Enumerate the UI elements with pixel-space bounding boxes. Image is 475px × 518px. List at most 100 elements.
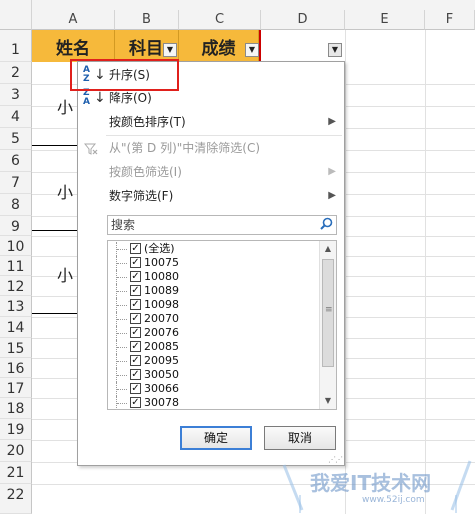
row-header-5[interactable]: 5 [0,128,32,150]
tree-connector [116,270,130,284]
column-header-strip [32,0,475,10]
scrollbar-thumb[interactable]: ≡ [322,259,334,367]
name-cell-3[interactable]: 小 [57,262,73,286]
checkbox-checked-icon[interactable]: ✓ [130,397,141,408]
cell-border-line [32,313,77,314]
tree-connector [116,284,130,298]
search-input[interactable]: 搜索 [107,215,337,235]
column-header-f[interactable]: F [425,10,475,30]
select-all-corner[interactable] [0,0,32,30]
row-header-17[interactable]: 17 [0,378,32,398]
submenu-arrow-icon: ▶ [328,166,336,177]
header-label-name: 姓名 [56,38,90,59]
list-item-label: 30066 [144,382,179,395]
scroll-up-icon[interactable]: ▲ [320,241,336,257]
row-header-2[interactable]: 2 [0,62,32,84]
row-header-6[interactable]: 6 [0,150,32,172]
row-header-21[interactable]: 21 [0,462,32,484]
checkbox-checked-icon[interactable]: ✓ [130,257,141,268]
tree-connector [116,382,130,396]
highlight-annotation [70,59,179,91]
autofilter-dropdown: A Z ↓ 升序(S) Z A ↓ 降序(O) 按颜色排序(T) ▶ 从"(第 D 列)… [77,61,345,466]
filter-dropdown-button-b[interactable]: ▼ [163,43,177,57]
checkbox-checked-icon[interactable]: ✓ [130,313,141,324]
row-header-4[interactable]: 4 [0,106,32,128]
row-header-13[interactable]: 13 [0,296,32,317]
scroll-down-icon[interactable]: ▼ [320,393,336,409]
menu-label-sort-by-color: 按颜色排序(T) [109,115,186,129]
row-header-11[interactable]: 11 [0,256,32,276]
list-item-label: 10080 [144,270,179,283]
cell-border-line [32,230,77,231]
row-header-19[interactable]: 19 [0,419,32,440]
row-header-1[interactable]: 1 [0,30,32,62]
watermark: 我爱IT技术网 www.52ij.com [280,455,475,514]
watermark-text: 我爱IT技术网 [310,471,432,495]
cancel-button[interactable]: 取消 [264,426,336,450]
menu-item-clear-filter[interactable]: 从"(第 D 列)"中清除筛选(C) [78,137,344,159]
row-header-10[interactable]: 10 [0,236,32,256]
submenu-arrow-icon: ▶ [328,190,336,201]
checkbox-checked-icon[interactable]: ✓ [130,327,141,338]
clear-filter-icon [83,141,98,155]
checkbox-checked-icon[interactable]: ✓ [130,355,141,366]
search-placeholder: 搜索 [111,218,136,232]
checkbox-checked-icon[interactable]: ✓ [130,243,141,254]
row-header-20[interactable]: 20 [0,440,32,462]
gridline [345,30,346,514]
header-cell-name[interactable]: 姓名 [32,30,115,62]
search-icon[interactable] [320,217,333,236]
list-item-label: 20076 [144,326,179,339]
list-item-label: 10089 [144,284,179,297]
header-label-score: 成绩 [201,38,236,59]
tree-connector [116,396,130,409]
menu-label-clear-filter: 从"(第 D 列)"中清除筛选(C) [109,141,261,155]
checkbox-checked-icon[interactable]: ✓ [130,271,141,282]
row-header-15[interactable]: 15 [0,338,32,358]
list-scrollbar[interactable]: ▲ ≡ ▼ [319,241,336,409]
row-header-3[interactable]: 3 [0,84,32,106]
list-item-label: 10075 [144,256,179,269]
list-item-label: 10098 [144,298,179,311]
checkbox-checked-icon[interactable]: ✓ [130,285,141,296]
column-header-d[interactable]: D [261,10,345,30]
filter-value-list[interactable]: ✓ (全选) ✓ 10075 ✓ 10080 ✓ 10089 ✓ 10098 ✓… [107,240,337,410]
tree-connector [116,312,130,326]
row-header-14[interactable]: 14 [0,317,32,338]
checkbox-checked-icon[interactable]: ✓ [130,341,141,352]
row-header-16[interactable]: 16 [0,358,32,378]
list-item-label: 20095 [144,354,179,367]
column-header-a[interactable]: A [32,10,115,30]
cell-border-line [32,145,77,146]
tree-connector [116,326,130,340]
row-header-18[interactable]: 18 [0,398,32,419]
checkbox-checked-icon[interactable]: ✓ [130,369,141,380]
menu-item-filter-by-color[interactable]: 按颜色筛选(I) ▶ [78,161,344,183]
tree-connector [116,256,130,270]
column-header-b[interactable]: B [115,10,179,30]
row-header-9[interactable]: 9 [0,216,32,236]
row-header-8[interactable]: 8 [0,194,32,216]
column-header-e[interactable]: E [345,10,425,30]
tree-connector [116,298,130,312]
name-cell-2[interactable]: 小 [57,179,73,203]
filter-dropdown-button-d[interactable]: ▼ [328,43,342,57]
ok-button[interactable]: 确定 [180,426,252,450]
tree-connector [116,368,130,382]
checkbox-checked-icon[interactable]: ✓ [130,383,141,394]
menu-item-sort-by-color[interactable]: 按颜色排序(T) ▶ [78,111,344,133]
menu-label-filter-by-color: 按颜色筛选(I) [109,165,182,179]
menu-label-sort-descending: 降序(O) [109,91,152,105]
checkbox-checked-icon[interactable]: ✓ [130,299,141,310]
name-cell-1[interactable]: 小 [57,94,73,118]
menu-separator [106,135,342,136]
watermark-url: www.52ij.com [362,495,425,505]
tree-connector [116,354,130,368]
row-header-12[interactable]: 12 [0,276,32,296]
row-header-22[interactable]: 22 [0,484,32,514]
menu-item-number-filter[interactable]: 数字筛选(F) ▶ [78,185,344,207]
column-header-c[interactable]: C [179,10,261,30]
tree-connector [116,340,130,354]
filter-dropdown-button-c[interactable]: ▼ [245,43,259,57]
row-header-7[interactable]: 7 [0,172,32,194]
